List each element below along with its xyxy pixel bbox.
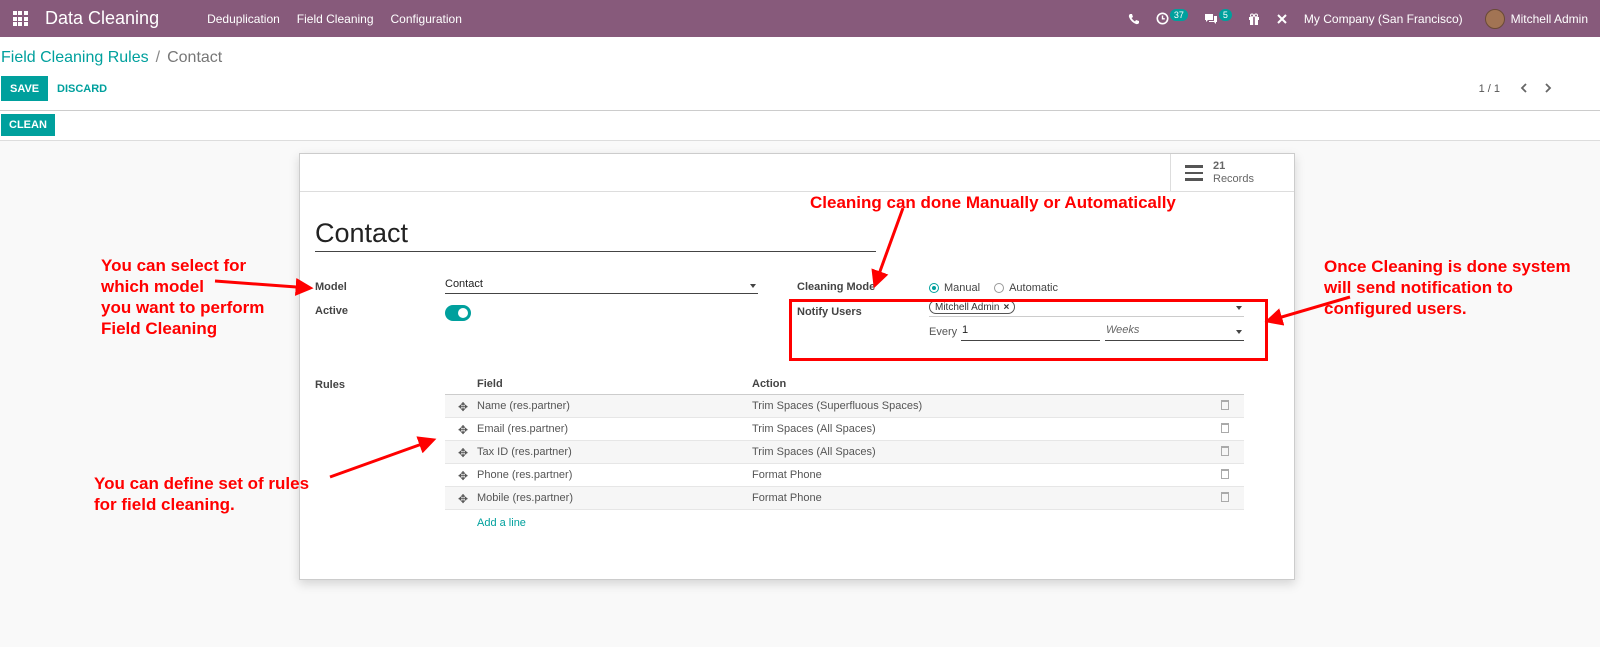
cleaning-mode-radio: Manual Automatic bbox=[929, 282, 1072, 294]
discard-button[interactable]: DISCARD bbox=[57, 83, 107, 95]
active-toggle[interactable] bbox=[445, 305, 471, 321]
name-field[interactable]: Contact bbox=[315, 218, 876, 252]
messages-badge: 5 bbox=[1218, 8, 1232, 21]
drag-handle-icon[interactable]: ✥ bbox=[458, 423, 468, 437]
top-navbar: Data Cleaning Deduplication Field Cleani… bbox=[0, 0, 1600, 37]
save-button[interactable]: SAVE bbox=[1, 76, 49, 101]
trash-icon[interactable] bbox=[1221, 492, 1229, 502]
drag-handle-icon[interactable]: ✥ bbox=[458, 400, 468, 414]
breadcrumb-current: Contact bbox=[167, 49, 223, 66]
annotation-line: configured users. bbox=[1324, 299, 1467, 318]
annotation-line: will send notification to bbox=[1324, 278, 1513, 297]
user-menu[interactable]: Mitchell Admin bbox=[1511, 12, 1588, 26]
menu-deduplication[interactable]: Deduplication bbox=[207, 12, 280, 26]
app-title: Data Cleaning bbox=[45, 8, 160, 28]
table-row[interactable]: ✥ Name (res.partner) Trim Spaces (Superflu… bbox=[445, 395, 1244, 418]
control-panel: Field Cleaning Rules / Contact SAVE DISC… bbox=[0, 37, 1600, 111]
annotation-notify-note: Once Cleaning is done system will send n… bbox=[1324, 256, 1571, 319]
rules-label: Rules bbox=[315, 379, 345, 391]
annotation-line: Once Cleaning is done system bbox=[1324, 257, 1571, 276]
model-select[interactable]: Contact bbox=[445, 278, 758, 294]
annotation-line: you want to perform bbox=[101, 298, 265, 317]
rules-table: Field Action ✥ Name (res.partner) Trim Spa… bbox=[445, 376, 1244, 510]
rule-field: Tax ID (res.partner) bbox=[477, 446, 572, 458]
drag-handle-icon[interactable]: ✥ bbox=[458, 446, 468, 460]
model-value: Contact bbox=[445, 278, 483, 290]
trash-icon[interactable] bbox=[1221, 469, 1229, 479]
chevron-right-icon[interactable] bbox=[1538, 77, 1558, 99]
radio-manual-label[interactable]: Manual bbox=[944, 282, 980, 294]
annotation-line: You can select for bbox=[101, 256, 247, 275]
column-action[interactable]: Action bbox=[752, 378, 786, 390]
rule-field: Phone (res.partner) bbox=[477, 469, 573, 481]
table-row[interactable]: ✥ Email (res.partner) Trim Spaces (All Spa… bbox=[445, 418, 1244, 441]
annotation-mode-note: Cleaning can done Manually or Automatica… bbox=[810, 193, 1176, 212]
table-row[interactable]: ✥ Tax ID (res.partner) Trim Spaces (All Sp… bbox=[445, 441, 1244, 464]
radio-automatic[interactable] bbox=[994, 283, 1005, 293]
radio-manual[interactable] bbox=[929, 283, 939, 293]
annotation-line: You can define set of rules bbox=[94, 474, 310, 493]
model-label: Model bbox=[315, 281, 347, 293]
chevron-left-icon[interactable] bbox=[1514, 77, 1534, 99]
rule-field: Email (res.partner) bbox=[477, 423, 569, 435]
rule-action: Trim Spaces (All Spaces) bbox=[752, 423, 876, 435]
annotation-rules-note: You can define set of rules for field cl… bbox=[94, 473, 309, 515]
table-header: Field Action bbox=[445, 376, 1244, 395]
rule-action: Trim Spaces (All Spaces) bbox=[752, 446, 876, 458]
records-smart-button[interactable]: 21 Records bbox=[1170, 154, 1294, 192]
annotation-line: for field cleaning. bbox=[94, 495, 235, 514]
rule-action: Trim Spaces (Superfluous Spaces) bbox=[752, 400, 923, 412]
activity-clock-icon[interactable]: 37 bbox=[1156, 8, 1188, 25]
breadcrumb-separator: / bbox=[155, 49, 161, 66]
menu-configuration[interactable]: Configuration bbox=[391, 12, 462, 26]
breadcrumb-parent[interactable]: Field Cleaning Rules bbox=[1, 49, 149, 67]
rule-field: Mobile (res.partner) bbox=[477, 492, 573, 504]
records-count: 21 bbox=[1213, 160, 1226, 172]
drag-handle-icon[interactable]: ✥ bbox=[458, 492, 468, 506]
drag-handle-icon[interactable]: ✥ bbox=[458, 469, 468, 483]
list-icon bbox=[1185, 165, 1203, 181]
trash-icon[interactable] bbox=[1221, 446, 1229, 456]
cleaning-mode-label: Cleaning Mode bbox=[797, 281, 876, 293]
apps-menu-icon[interactable] bbox=[0, 0, 40, 37]
messages-icon[interactable]: 5 bbox=[1204, 8, 1232, 25]
breadcrumb: Field Cleaning Rules / Contact bbox=[1, 49, 222, 67]
add-line-link[interactable]: Add a line bbox=[477, 517, 526, 529]
button-box: 21 Records bbox=[300, 154, 1294, 192]
trash-icon[interactable] bbox=[1221, 423, 1229, 433]
form-sheet: 21 Records Contact Model Contact Active … bbox=[299, 153, 1295, 580]
annotation-model-note: You can select for which model you want … bbox=[101, 255, 264, 339]
status-bar: CLEAN bbox=[0, 111, 1600, 141]
rule-action: Format Phone bbox=[752, 492, 822, 504]
close-icon[interactable] bbox=[1276, 13, 1288, 25]
active-label: Active bbox=[315, 305, 349, 317]
table-row[interactable]: ✥ Phone (res.partner) Format Phone bbox=[445, 464, 1244, 487]
annotation-highlight-box bbox=[789, 299, 1268, 361]
rule-action: Format Phone bbox=[752, 469, 822, 481]
clean-button[interactable]: CLEAN bbox=[1, 114, 55, 136]
caret-down-icon bbox=[750, 284, 756, 288]
menu-field-cleaning[interactable]: Field Cleaning bbox=[297, 12, 374, 26]
pager-value[interactable]: 1 / 1 bbox=[1479, 83, 1500, 95]
table-row[interactable]: ✥ Mobile (res.partner) Format Phone bbox=[445, 487, 1244, 510]
records-label: Records bbox=[1213, 173, 1254, 185]
activity-badge: 37 bbox=[1169, 8, 1188, 21]
annotation-line: which model bbox=[101, 277, 204, 296]
radio-automatic-label[interactable]: Automatic bbox=[1009, 282, 1058, 294]
table-body: ✥ Name (res.partner) Trim Spaces (Superflu… bbox=[445, 395, 1244, 510]
trash-icon[interactable] bbox=[1221, 400, 1229, 410]
rule-field: Name (res.partner) bbox=[477, 400, 570, 412]
annotation-line: Field Cleaning bbox=[101, 319, 218, 338]
column-field[interactable]: Field bbox=[477, 378, 503, 390]
gift-icon[interactable] bbox=[1248, 13, 1260, 25]
phone-icon[interactable] bbox=[1128, 13, 1140, 25]
user-avatar[interactable] bbox=[1484, 8, 1505, 29]
company-switcher[interactable]: My Company (San Francisco) bbox=[1304, 12, 1463, 26]
